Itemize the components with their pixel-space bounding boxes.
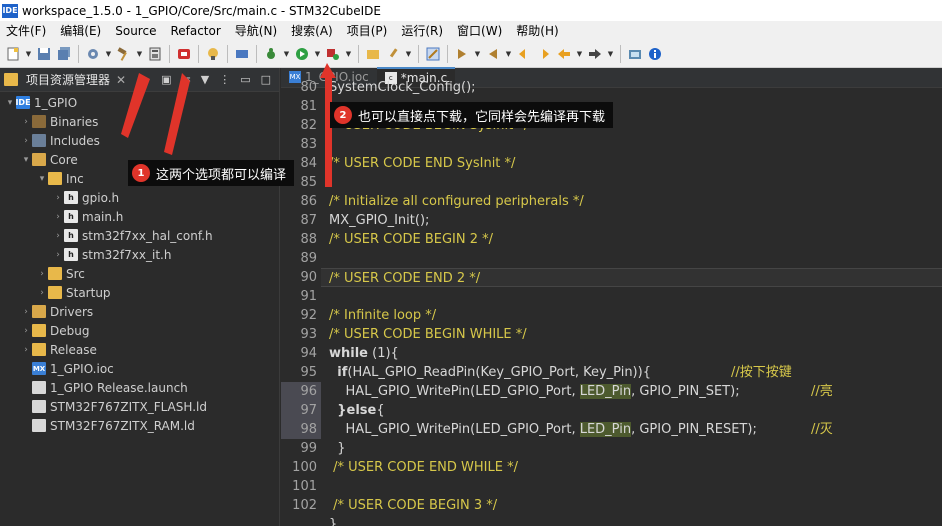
- annotation-callout-2: 2 也可以直接点下载，它同样会先编译再下载: [330, 102, 614, 128]
- annotation-text-2: 也可以直接点下载，它同样会先编译再下载: [358, 109, 606, 125]
- arrow-annotation-svg: [121, 63, 336, 187]
- annotation-text-1: 这两个选项都可以编译: [156, 167, 287, 183]
- arrow-to-build-hammer: [121, 73, 150, 138]
- annotation-callout-1: 1 这两个选项都可以编译: [128, 160, 295, 186]
- arrow-to-build-all: [164, 73, 190, 155]
- annotation-badge-1: 1: [132, 164, 150, 182]
- annotation-badge-2: 2: [334, 106, 352, 124]
